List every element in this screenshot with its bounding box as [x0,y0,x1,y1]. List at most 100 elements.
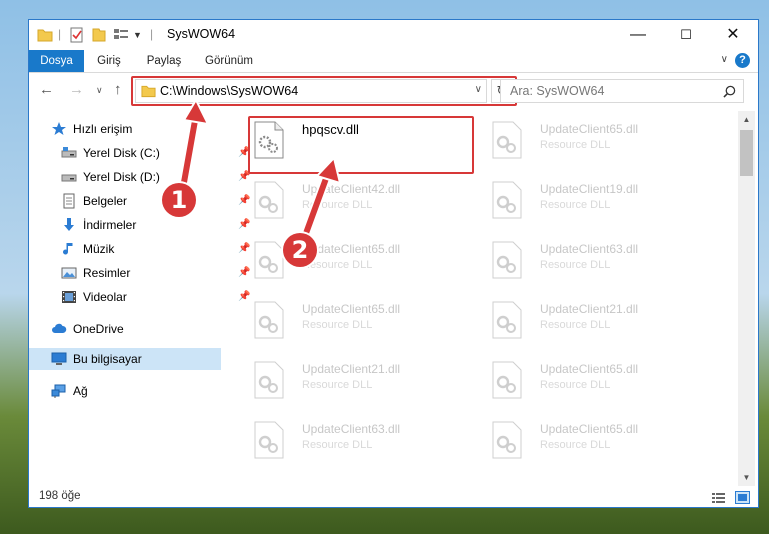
file-item[interactable]: UpdateClient65.dll Resource DLL [488,117,713,177]
address-highlight-box [131,76,517,106]
search-placeholder: Ara: SysWOW64 [510,84,605,98]
sidebar-item-documents[interactable]: Belgeler 📌 [61,190,250,212]
file-type: Resource DLL [302,439,373,451]
dll-file-icon [254,361,284,399]
recent-locations-icon[interactable]: ∨ [96,85,103,96]
file-type: Resource DLL [302,379,373,391]
file-type: Resource DLL [302,319,373,331]
star-icon [52,122,66,135]
dll-file-icon [492,361,522,399]
tab-view[interactable]: Görünüm [199,50,259,72]
file-name: UpdateClient21.dll [302,362,401,376]
file-item[interactable]: UpdateClient42.dll Resource DLL [250,177,475,237]
forward-arrow-icon[interactable]: → [69,81,84,98]
file-name: UpdateClient42.dll [302,182,401,196]
tab-file[interactable]: Dosya [29,50,84,72]
dll-file-icon [492,241,522,279]
sidebar-item-this-pc[interactable]: Bu bilgisayar [29,348,221,370]
file-name: UpdateClient65.dll [540,422,639,436]
folder-icon [37,29,53,42]
sidebar-item-quick-access[interactable]: Hızlı erişim [51,118,221,140]
scroll-thumb[interactable] [740,130,753,176]
sidebar-item-label: Ağ [73,384,88,398]
file-name: UpdateClient63.dll [302,422,401,436]
navigation-bar: ← → ∨ ↑ C:\Windows\SysWOW64 ∨ ↻ Ara: Sys… [29,73,758,109]
file-type: Resource DLL [540,139,611,151]
properties-icon[interactable] [69,27,85,43]
explorer-window: | ▼ | SysWOW64 — ☐ ✕ Dosya Giriş Paylaş … [28,19,759,508]
step-1-badge: 1 [162,183,196,217]
file-type: Resource DLL [540,259,611,271]
file-type: Resource DLL [540,199,611,211]
music-note-icon [63,243,73,255]
search-input[interactable]: Ara: SysWOW64 [500,79,744,103]
step-2-badge: 2 [283,233,317,267]
sidebar-item-local-disk-c[interactable]: Yerel Disk (C:) 📌 [61,142,250,164]
back-arrow-icon[interactable]: ← [39,81,54,98]
status-bar: 198 öğe [29,488,758,508]
documents-icon [63,193,75,209]
navigation-pane: Hızlı erişim Yerel Disk (C:) 📌 Yerel Dis… [29,111,250,481]
file-item[interactable]: UpdateClient63.dll Resource DLL [250,417,475,477]
dll-file-icon [492,301,522,339]
sidebar-item-label: OneDrive [73,322,124,336]
file-item[interactable]: UpdateClient19.dll Resource DLL [488,177,713,237]
sidebar-item-music[interactable]: Müzik 📌 [61,238,250,260]
vertical-scrollbar[interactable]: ▲ ▼ [738,111,755,486]
sidebar-item-pictures[interactable]: Resimler 📌 [61,262,250,284]
file-name: UpdateClient19.dll [540,182,639,196]
file-item[interactable]: UpdateClient65.dll Resource DLL [488,357,713,417]
sidebar-item-label: Yerel Disk (C:) [83,146,160,160]
download-arrow-icon [64,218,74,231]
window-title: SysWOW64 [167,27,236,41]
sidebar-item-downloads[interactable]: İndirmeler 📌 [61,214,250,236]
tab-home[interactable]: Giriş [89,50,129,72]
details-view-icon[interactable] [711,491,726,504]
dll-file-icon [492,181,522,219]
minimize-button[interactable]: — [615,20,661,50]
drive-icon [61,174,77,182]
dll-file-icon [254,421,284,459]
sidebar-item-onedrive[interactable]: OneDrive [51,318,221,340]
file-item[interactable]: UpdateClient65.dll Resource DLL [250,297,475,357]
sidebar-item-label: Bu bilgisayar [73,352,142,366]
view-options-icon[interactable] [113,27,131,43]
scroll-down-icon[interactable]: ▼ [738,469,755,486]
expand-ribbon-icon[interactable]: ∨ [721,54,728,65]
sidebar-item-local-disk-d[interactable]: Yerel Disk (D:) 📌 [61,166,250,188]
file-item[interactable]: UpdateClient21.dll Resource DLL [488,297,713,357]
file-highlight-box [248,116,474,174]
cloud-icon [52,323,67,333]
close-button[interactable]: ✕ [710,20,756,50]
file-item[interactable]: UpdateClient65.dll Resource DLL [488,417,713,477]
scroll-up-icon[interactable]: ▲ [738,111,755,128]
separator: | [150,27,154,41]
dll-file-icon [254,181,284,219]
computer-icon [51,352,67,365]
file-name: UpdateClient65.dll [540,122,639,136]
file-type: Resource DLL [540,379,611,391]
network-icon [51,384,66,398]
up-arrow-icon[interactable]: ↑ [114,81,122,98]
file-name: UpdateClient65.dll [302,302,401,316]
sidebar-item-network[interactable]: Ağ [51,380,221,402]
tab-share[interactable]: Paylaş [139,50,189,72]
maximize-button[interactable]: ☐ [663,20,709,50]
customize-toolbar-icon[interactable]: ▼ [133,30,142,46]
sidebar-item-videos[interactable]: Videolar 📌 [61,286,250,308]
search-icon [723,85,736,98]
help-icon[interactable]: ? [735,53,750,68]
sidebar-item-label: İndirmeler [83,218,137,232]
sidebar-item-label: Müzik [83,242,115,256]
file-name: UpdateClient21.dll [540,302,639,316]
new-folder-icon[interactable] [91,27,107,43]
dll-file-icon [492,121,522,159]
file-item[interactable]: UpdateClient63.dll Resource DLL [488,237,713,297]
drive-icon [61,147,77,158]
dll-file-icon [492,421,522,459]
file-name: UpdateClient63.dll [540,242,639,256]
ribbon-tabs: Dosya Giriş Paylaş Görünüm ∨ ? [29,50,758,73]
file-type: Resource DLL [540,319,611,331]
tiles-view-icon[interactable] [735,491,750,504]
file-item[interactable]: UpdateClient21.dll Resource DLL [250,357,475,417]
